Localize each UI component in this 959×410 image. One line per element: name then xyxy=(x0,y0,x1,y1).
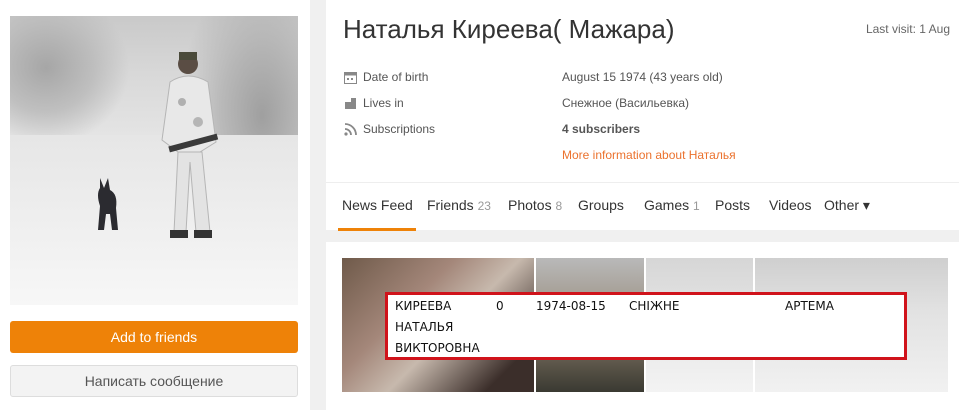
active-tab-indicator xyxy=(338,228,416,231)
record-patronymic: ВИКТОРОВНА xyxy=(395,341,480,355)
profile-avatar[interactable] xyxy=(10,16,298,305)
tab-friends[interactable]: Friends 23 xyxy=(427,197,491,213)
record-town: СНІЖНЕ xyxy=(629,299,680,313)
tab-videos[interactable]: Videos xyxy=(769,197,812,213)
info-value-birth: August 15 1974 (43 years old) xyxy=(562,70,723,84)
profile-tabs: News Feed Friends 23 Photos 8 Groups Gam… xyxy=(326,182,959,231)
info-row-subscriptions: Subscriptions xyxy=(343,119,435,139)
info-value-subscribers[interactable]: 4 subscribers xyxy=(562,122,640,136)
record-surname: КИРЕЕВА xyxy=(395,299,452,313)
highlight-record-box: КИРЕЕВА 0 1974-08-15 СНІЖНЕ АРТЕМА НАТАЛ… xyxy=(385,292,907,360)
profile-name: Наталья Киреева( Мажара) xyxy=(343,14,675,44)
rss-icon xyxy=(343,122,357,136)
info-label-birth: Date of birth xyxy=(363,70,429,84)
info-row-birth: Date of birth xyxy=(343,67,428,87)
info-value-lives: Снежное (Васильевка) xyxy=(562,96,690,110)
add-to-friends-button[interactable]: Add to friends xyxy=(10,321,298,353)
tab-posts[interactable]: Posts xyxy=(715,197,750,213)
photos-count: 8 xyxy=(555,199,563,213)
tab-news-feed[interactable]: News Feed xyxy=(342,197,413,213)
tab-games[interactable]: Games 1 xyxy=(644,197,700,213)
calendar-icon xyxy=(343,70,357,84)
avatar-person xyxy=(161,52,219,238)
left-column: Add to friends Написать сообщение xyxy=(0,0,310,410)
games-count: 1 xyxy=(693,199,700,213)
more-info-link[interactable]: More information about Наталья xyxy=(562,148,736,162)
tab-photos[interactable]: Photos 8 xyxy=(508,197,562,213)
record-street: АРТЕМА xyxy=(785,299,834,313)
record-zero: 0 xyxy=(496,299,504,313)
info-label-lives: Lives in xyxy=(363,96,404,110)
avatar-trees-left xyxy=(10,16,130,146)
tab-other[interactable]: Other ▾ xyxy=(824,197,870,214)
tab-groups[interactable]: Groups xyxy=(578,197,624,213)
last-visit-text: Last visit: 1 Aug xyxy=(865,22,950,36)
record-firstname: НАТАЛЬЯ xyxy=(395,320,454,334)
home-icon xyxy=(343,96,357,110)
record-date: 1974-08-15 xyxy=(536,299,606,313)
avatar-dog xyxy=(98,178,118,230)
friends-count: 23 xyxy=(477,199,491,213)
info-row-lives: Lives in xyxy=(343,93,404,113)
profile-info-card: Наталья Киреева( Мажара) Last visit: 1 A… xyxy=(326,0,959,231)
send-message-button[interactable]: Написать сообщение xyxy=(10,365,298,397)
info-label-subscriptions: Subscriptions xyxy=(363,122,436,136)
